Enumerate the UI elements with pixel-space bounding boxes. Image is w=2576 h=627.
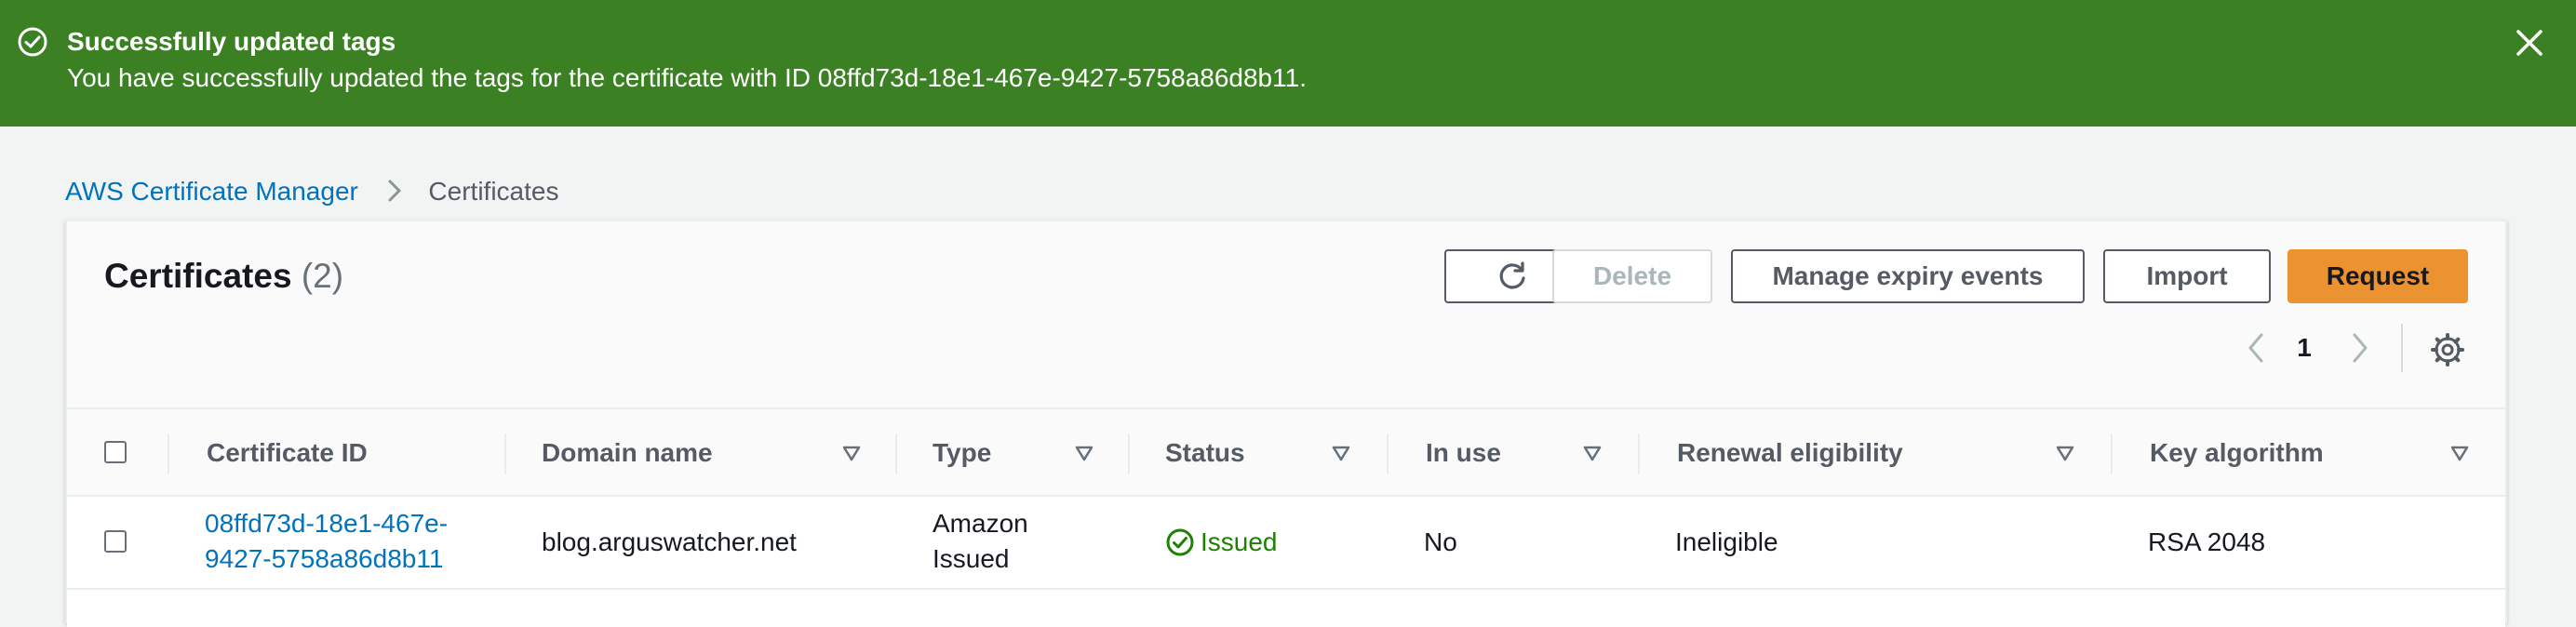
column-header-domain-name[interactable]: Domain name	[542, 409, 713, 497]
row-select-checkbox[interactable]	[104, 530, 127, 553]
chevron-right-icon[interactable]	[2349, 327, 2371, 368]
request-button[interactable]: Request	[2288, 249, 2468, 303]
check-circle-icon	[18, 27, 47, 57]
certificate-id-link[interactable]: 08ffd73d-18e1-467e- 9427-5758a86d8b11	[205, 506, 448, 577]
check-circle-icon	[1166, 528, 1194, 556]
column-header-status[interactable]: Status	[1165, 409, 1245, 497]
pagination-divider	[2401, 324, 2403, 372]
cell-type-line1: Amazon	[932, 509, 1028, 538]
column-divider	[895, 434, 897, 474]
column-header-key-algorithm[interactable]: Key algorithm	[2150, 409, 2324, 497]
cell-domain-name: blog.arguswatcher.net	[542, 527, 797, 556]
cell-status: Issued	[1165, 525, 1278, 560]
certificate-id-line2[interactable]: 9427-5758a86d8b11	[205, 541, 448, 577]
gear-icon[interactable]	[2429, 329, 2466, 370]
breadcrumb-current: Certificates	[428, 177, 559, 206]
flash-title: Successfully updated tags	[67, 27, 396, 56]
certificates-table-container: Certificates (2) Delete Manage expiry ev…	[65, 220, 2507, 627]
column-header-in-use[interactable]: In use	[1426, 409, 1501, 497]
refresh-icon	[1499, 261, 1525, 289]
certificate-id-line1[interactable]: 08ffd73d-18e1-467e-	[205, 506, 448, 541]
cell-in-use: No	[1424, 527, 1457, 556]
column-header-type[interactable]: Type	[932, 409, 991, 497]
column-divider	[1128, 434, 1130, 474]
cell-type: Amazon Issued	[932, 506, 1028, 577]
sort-icon[interactable]	[1074, 443, 1094, 463]
delete-button[interactable]: Delete	[1552, 249, 1712, 303]
column-divider	[168, 434, 169, 474]
chevron-left-icon[interactable]	[2245, 327, 2267, 368]
status-label: Issued	[1201, 527, 1278, 556]
table-row	[67, 590, 2505, 627]
close-icon[interactable]	[2513, 26, 2546, 60]
sort-icon[interactable]	[841, 443, 862, 463]
sort-icon[interactable]	[2055, 443, 2075, 463]
table-header: Certificates (2) Delete Manage expiry ev…	[67, 221, 2505, 407]
breadcrumb-link-acm[interactable]: AWS Certificate Manager	[65, 177, 358, 206]
title-text: Certificates	[104, 257, 292, 295]
column-divider	[2111, 434, 2113, 474]
breadcrumb: AWS Certificate Manager Certificates	[65, 173, 558, 210]
success-flash-banner: Successfully updated tags You have succe…	[0, 0, 2576, 127]
column-divider	[1387, 434, 1389, 474]
flash-message: You have successfully updated the tags f…	[67, 63, 1307, 92]
column-divider	[1638, 434, 1640, 474]
current-page-number[interactable]: 1	[2286, 327, 2323, 368]
select-all-checkbox[interactable]	[104, 441, 127, 463]
column-header-certificate-id[interactable]: Certificate ID	[207, 409, 368, 497]
table-row: 08ffd73d-18e1-467e- 9427-5758a86d8b11 bl…	[67, 497, 2505, 590]
column-header-renewal-eligibility[interactable]: Renewal eligibility	[1677, 409, 1903, 497]
sort-icon[interactable]	[2449, 443, 2470, 463]
cell-renewal-eligibility: Ineligible	[1675, 527, 1778, 556]
manage-expiry-events-button[interactable]: Manage expiry events	[1731, 249, 2085, 303]
import-button[interactable]: Import	[2103, 249, 2271, 303]
sort-icon[interactable]	[1582, 443, 1603, 463]
sort-icon[interactable]	[1331, 443, 1351, 463]
cell-type-line2: Issued	[932, 544, 1010, 573]
page-title: Certificates (2)	[104, 255, 343, 298]
column-divider	[504, 434, 506, 474]
cell-key-algorithm: RSA 2048	[2148, 527, 2266, 556]
certificate-count: (2)	[301, 257, 344, 295]
chevron-right-icon	[388, 180, 401, 202]
table-column-headers: Certificate ID Domain name Type Status I…	[67, 407, 2505, 497]
